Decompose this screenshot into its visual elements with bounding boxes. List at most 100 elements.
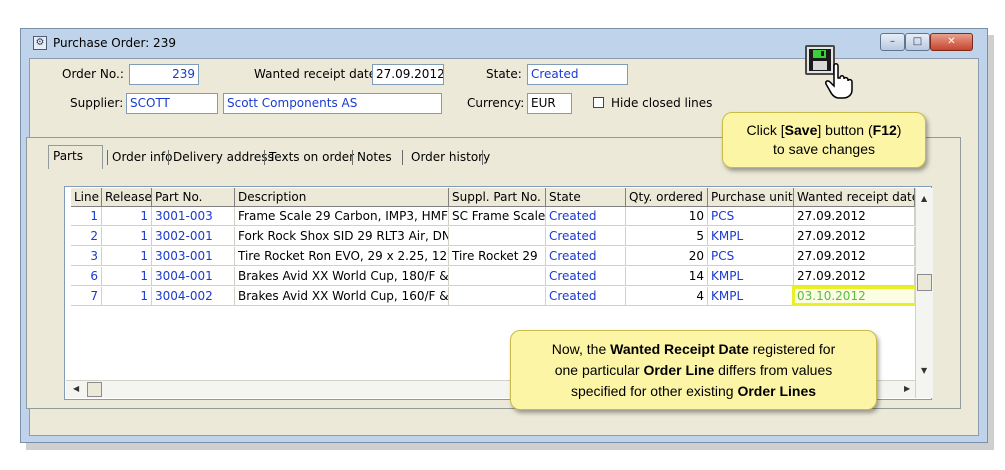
save-hint-text: ] button ( bbox=[817, 122, 873, 138]
table-cell[interactable]: 3004-002 bbox=[152, 287, 235, 306]
order-no-field[interactable]: 239 bbox=[129, 64, 199, 85]
currency-field[interactable]: EUR bbox=[527, 93, 572, 114]
col-header-line[interactable]: Line bbox=[71, 188, 102, 207]
tab-texts-on-order[interactable]: Texts on order bbox=[265, 147, 358, 169]
date-explanation-callout: Now, the Wanted Receipt Date registered … bbox=[510, 330, 877, 410]
table-cell[interactable]: 1 bbox=[102, 227, 152, 246]
table-cell[interactable]: Brakes Avid XX World Cup, 180/F & 160 bbox=[235, 267, 449, 286]
table-cell[interactable]: Tire Rocket 29 bbox=[449, 247, 546, 266]
save-hint-text: Click [ bbox=[746, 122, 785, 138]
save-hint-bold: Save bbox=[784, 122, 818, 138]
tab-separator bbox=[482, 150, 483, 165]
table-cell[interactable]: 4 bbox=[626, 287, 708, 306]
supplier-code-field[interactable]: SCOTT bbox=[126, 93, 218, 114]
scroll-right-arrow-icon[interactable]: ▶ bbox=[904, 384, 910, 393]
date-callout-text: one particular bbox=[554, 362, 644, 378]
tab-separator bbox=[402, 150, 403, 165]
title-bar: ⚙ Purchase Order: 239 – □ ✕ bbox=[21, 29, 987, 57]
table-cell[interactable]: 1 bbox=[102, 267, 152, 286]
col-header-part-no[interactable]: Part No. bbox=[152, 188, 235, 207]
wanted-date-label: Wanted receipt date: bbox=[254, 67, 381, 81]
table-cell[interactable]: 20 bbox=[626, 247, 708, 266]
state-field[interactable]: Created bbox=[527, 64, 628, 85]
scroll-left-arrow-icon[interactable]: ◀ bbox=[73, 384, 79, 393]
tab-delivery-address[interactable]: Delivery address bbox=[169, 147, 278, 169]
col-header-purchase-unit[interactable]: Purchase unit bbox=[708, 188, 794, 207]
table-cell[interactable]: PCS bbox=[708, 207, 794, 226]
table-cell[interactable]: 14 bbox=[626, 267, 708, 286]
table-cell[interactable]: 1 bbox=[102, 247, 152, 266]
date-callout-bold: Order Line bbox=[643, 362, 715, 378]
table-cell[interactable]: Tire Rocket Ron EVO, 29 x 2.25, 127EPI bbox=[235, 247, 449, 266]
order-no-label: Order No.: bbox=[62, 67, 124, 81]
scroll-up-arrow-icon[interactable]: ▲ bbox=[921, 194, 927, 203]
table-cell[interactable] bbox=[449, 267, 546, 286]
table-cell[interactable]: Created bbox=[546, 287, 626, 306]
table-cell[interactable]: Created bbox=[546, 267, 626, 286]
scroll-down-arrow-icon[interactable]: ▼ bbox=[921, 366, 927, 375]
table-cell[interactable]: Created bbox=[546, 227, 626, 246]
table-cell[interactable]: 27.09.2012 bbox=[794, 247, 915, 266]
wanted-date-field[interactable]: 27.09.2012 bbox=[372, 64, 444, 85]
horizontal-scroll-thumb[interactable] bbox=[87, 382, 102, 397]
table-cell[interactable]: PCS bbox=[708, 247, 794, 266]
table-cell[interactable]: 3004-001 bbox=[152, 267, 235, 286]
table-cell[interactable]: 2 bbox=[71, 227, 102, 246]
table-cell[interactable]: 1 bbox=[102, 287, 152, 306]
table-cell[interactable]: Created bbox=[546, 207, 626, 226]
table-cell[interactable]: 3001-003 bbox=[152, 207, 235, 226]
date-callout-bold: Wanted Receipt Date bbox=[610, 341, 749, 357]
col-header-suppl-part-no[interactable]: Suppl. Part No. bbox=[449, 188, 546, 207]
table-cell[interactable]: 7 bbox=[71, 287, 102, 306]
table-cell[interactable]: 3 bbox=[71, 247, 102, 266]
minimize-button[interactable]: – bbox=[880, 33, 905, 51]
table-cell[interactable]: SC Frame Scale bbox=[449, 207, 546, 226]
table-cell[interactable] bbox=[449, 287, 546, 306]
hide-closed-checkbox[interactable] bbox=[593, 97, 604, 108]
maximize-button[interactable]: □ bbox=[905, 33, 930, 51]
table-cell[interactable]: 1 bbox=[71, 207, 102, 226]
table-cell[interactable]: Created bbox=[546, 247, 626, 266]
table-cell[interactable]: KMPL bbox=[708, 287, 794, 306]
table-cell[interactable] bbox=[449, 227, 546, 246]
table-cell[interactable]: Frame Scale 29 Carbon, IMP3, HMF NET bbox=[235, 207, 449, 226]
col-header-release[interactable]: Release bbox=[102, 188, 152, 207]
col-header-qty-ordered[interactable]: Qty. ordered bbox=[626, 188, 708, 207]
table-cell[interactable]: 27.09.2012 bbox=[794, 207, 915, 226]
table-cell[interactable]: 3003-001 bbox=[152, 247, 235, 266]
table-cell[interactable]: 27.09.2012 bbox=[794, 267, 915, 286]
table-cell[interactable]: Brakes Avid XX World Cup, 160/F & 160 bbox=[235, 287, 449, 306]
table-cell[interactable]: 27.09.2012 bbox=[794, 227, 915, 246]
state-label: State: bbox=[486, 67, 522, 81]
date-callout-text: specified for other existing bbox=[570, 383, 738, 399]
table-cell[interactable]: KMPL bbox=[708, 267, 794, 286]
tab-parts[interactable]: Parts bbox=[48, 145, 103, 169]
vertical-scroll-thumb[interactable] bbox=[917, 274, 932, 291]
date-callout-line2: one particular Order Line differs from v… bbox=[511, 360, 876, 381]
window-title: Purchase Order: 239 bbox=[53, 36, 176, 50]
col-header-description[interactable]: Description bbox=[235, 188, 449, 207]
app-icon: ⚙ bbox=[33, 36, 47, 50]
date-callout-text: registered for bbox=[748, 341, 836, 357]
col-header-wanted-receipt-date[interactable]: Wanted receipt date bbox=[794, 188, 915, 207]
table-cell[interactable]: KMPL bbox=[708, 227, 794, 246]
table-cell[interactable]: Fork Rock Shox SID 29 RLT3 Air, DNA3 bbox=[235, 227, 449, 246]
table-cell[interactable]: 1 bbox=[102, 207, 152, 226]
save-hint-line1: Click [Save] button (F12) bbox=[723, 121, 925, 140]
table-cell[interactable]: 3002-001 bbox=[152, 227, 235, 246]
table-cell[interactable]: 10 bbox=[626, 207, 708, 226]
save-hint-line2: to save changes bbox=[773, 141, 875, 157]
tab-order-info[interactable]: Order info bbox=[108, 147, 176, 169]
vertical-scrollbar[interactable]: ▲ ▼ bbox=[915, 188, 933, 398]
date-callout-text: Now, the bbox=[551, 341, 611, 357]
tab-notes[interactable]: Notes bbox=[353, 147, 396, 169]
close-button[interactable]: ✕ bbox=[930, 33, 973, 51]
date-callout-text: differs from values bbox=[714, 362, 833, 378]
hide-closed-label: Hide closed lines bbox=[611, 96, 713, 110]
table-cell[interactable]: 5 bbox=[626, 227, 708, 246]
table-cell[interactable]: 6 bbox=[71, 267, 102, 286]
col-header-state[interactable]: State bbox=[546, 188, 626, 207]
save-hint-key: F12 bbox=[872, 122, 897, 138]
supplier-name-field[interactable]: Scott Components AS bbox=[223, 93, 442, 114]
currency-label: Currency: bbox=[467, 96, 525, 110]
